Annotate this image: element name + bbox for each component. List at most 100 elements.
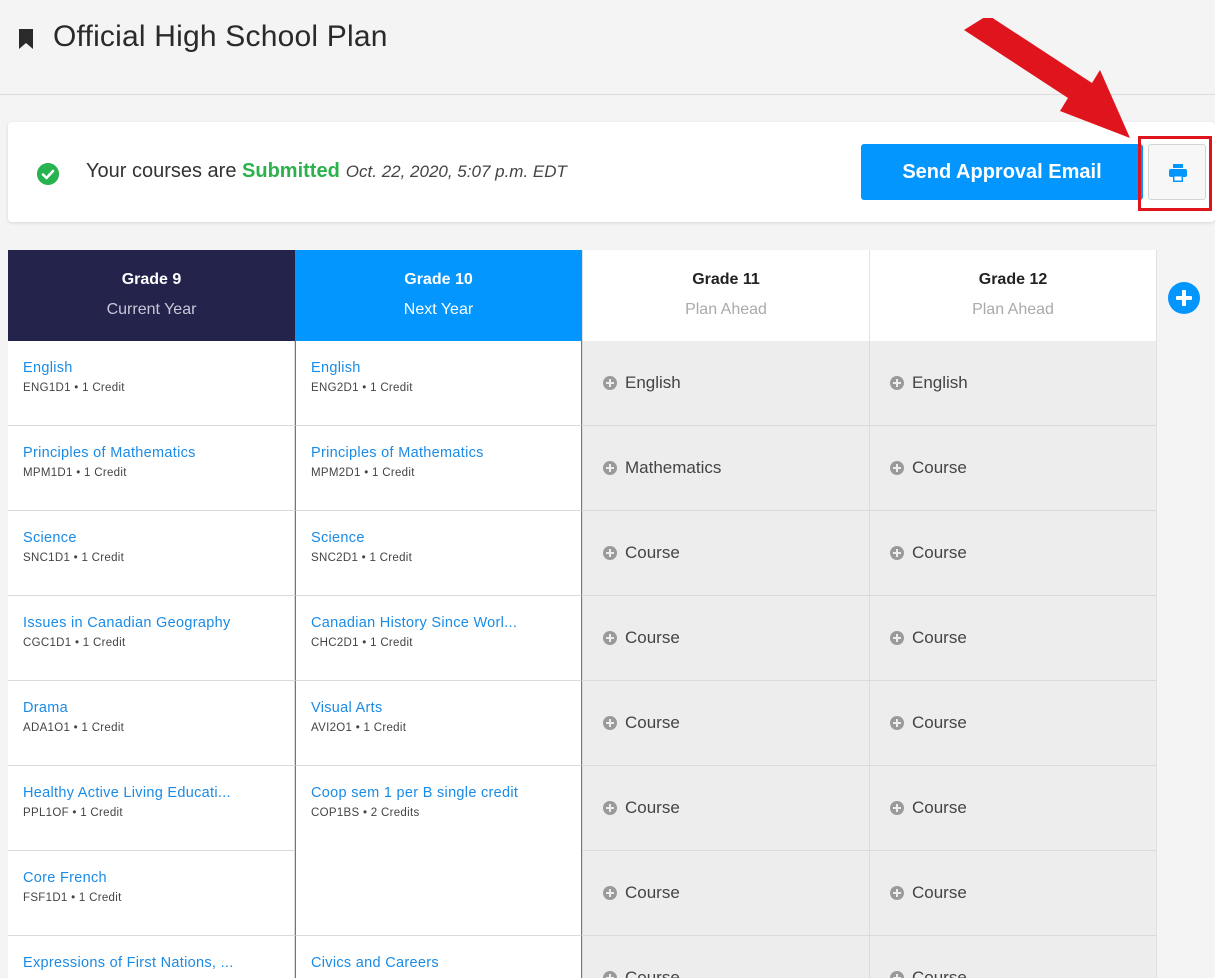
add-circle-icon [890, 716, 904, 730]
add-course-slot[interactable]: Course [869, 426, 1156, 511]
course-code: MPM2D1 • 1 Credit [311, 467, 415, 479]
course-name[interactable]: Issues in Canadian Geography [23, 615, 285, 631]
slot-label: Course [912, 713, 967, 732]
course-name[interactable]: English [311, 360, 573, 376]
course-cell[interactable]: Principles of Mathematics MPM1D1 • 1 Cred… [8, 426, 295, 511]
course-cell[interactable]: English ENG1D1 • 1 Credit [8, 341, 295, 426]
add-circle-icon [603, 971, 617, 978]
slot-label: Course [912, 628, 967, 647]
page: Official High School Plan Your courses a… [0, 0, 1215, 978]
course-code: MPM1D1 • 1 Credit [23, 467, 127, 479]
grade-11-column: Grade 11 Plan Ahead English Mathematics … [582, 250, 869, 978]
course-cell[interactable]: Core French FSF1D1 • 1 Credit [8, 851, 295, 936]
add-course-slot[interactable]: Course [869, 511, 1156, 596]
grade-10-title: Grade 10 [404, 271, 473, 288]
course-name[interactable]: English [23, 360, 285, 376]
slot-label: Course [625, 628, 680, 647]
add-course-slot[interactable]: Course [869, 681, 1156, 766]
add-year-plus-icon[interactable] [1168, 282, 1200, 314]
course-code: CGC1D1 • 1 Credit [23, 637, 126, 649]
add-circle-icon [890, 631, 904, 645]
grade-12-subtitle: Plan Ahead [972, 301, 1054, 318]
annotation-highlight-box [1138, 136, 1212, 211]
slot-label: Course [625, 798, 680, 817]
grid-right-divider [1156, 250, 1157, 978]
add-circle-icon [603, 886, 617, 900]
course-name[interactable]: Principles of Mathematics [311, 445, 573, 461]
course-name[interactable]: Core French [23, 870, 285, 886]
grade-12-column: Grade 12 Plan Ahead English Course Cours… [869, 250, 1156, 978]
add-course-slot[interactable]: Course [582, 681, 869, 766]
add-course-slot[interactable]: Course [869, 851, 1156, 936]
add-course-slot[interactable]: English [582, 341, 869, 426]
course-cell[interactable]: Principles of Mathematics MPM2D1 • 1 Cred… [295, 426, 582, 511]
course-name[interactable]: Canadian History Since Worl... [311, 615, 573, 631]
course-code: SNC2D1 • 1 Credit [311, 552, 413, 564]
slot-label: Mathematics [625, 458, 722, 477]
slot-label: Course [625, 968, 680, 978]
add-circle-icon [603, 801, 617, 815]
course-cell[interactable]: Visual Arts AVI2O1 • 1 Credit [295, 681, 582, 766]
course-cell[interactable]: Drama ADA1O1 • 1 Credit [8, 681, 295, 766]
add-course-slot[interactable]: English [869, 341, 1156, 426]
grade-11-title: Grade 11 [692, 271, 760, 288]
add-circle-icon [603, 716, 617, 730]
course-code: ENG2D1 • 1 Credit [311, 382, 413, 394]
add-course-slot[interactable]: Course [869, 936, 1156, 978]
grade-12-title: Grade 12 [978, 271, 1048, 288]
slot-label: Course [912, 883, 967, 902]
add-course-slot[interactable]: Course [869, 596, 1156, 681]
course-name[interactable]: Coop sem 1 per B single credit [311, 785, 573, 801]
add-circle-icon [603, 461, 617, 475]
add-circle-icon [890, 461, 904, 475]
course-name[interactable]: Healthy Active Living Educati... [23, 785, 285, 801]
course-name[interactable]: Drama [23, 700, 285, 716]
send-approval-email-button[interactable]: Send Approval Email [861, 144, 1143, 200]
annotation-arrow-icon [964, 18, 1130, 138]
grade-9-column: Grade 9 Current Year English ENG1D1 • 1 C… [8, 250, 295, 978]
add-course-slot[interactable]: Course [582, 511, 869, 596]
slot-label: Course [625, 543, 680, 562]
course-name[interactable]: Science [311, 530, 573, 546]
grade-10-subtitle: Next Year [403, 301, 474, 318]
course-cell[interactable]: Healthy Active Living Educati... PPL1OF •… [8, 766, 295, 851]
add-circle-icon [890, 801, 904, 815]
slot-label: Course [912, 543, 967, 562]
add-course-slot[interactable]: Course [582, 851, 869, 936]
course-cell[interactable]: Issues in Canadian Geography CGC1D1 • 1 C… [8, 596, 295, 681]
add-circle-icon [890, 376, 904, 390]
grade-12-header: Grade 12 Plan Ahead [869, 250, 1156, 341]
add-course-slot[interactable]: Course [869, 766, 1156, 851]
add-course-slot[interactable]: Course [582, 766, 869, 851]
course-code: PPL1OF • 1 Credit [23, 807, 123, 819]
course-code: ADA1O1 • 1 Credit [23, 722, 125, 734]
course-name[interactable]: Visual Arts [311, 700, 573, 716]
course-plan-grid: Grade 9 Current Year English ENG1D1 • 1 C… [8, 250, 1156, 978]
slot-label: English [625, 373, 681, 392]
add-circle-icon [603, 546, 617, 560]
course-name[interactable]: Principles of Mathematics [23, 445, 285, 461]
course-cell[interactable]: Civics and Careers [295, 936, 582, 978]
course-cell[interactable]: Coop sem 1 per B single credit COP1BS • 2… [295, 766, 582, 936]
course-code: AVI2O1 • 1 Credit [311, 722, 407, 734]
add-course-slot[interactable]: Course [582, 936, 869, 978]
course-cell[interactable]: English ENG2D1 • 1 Credit [295, 341, 582, 426]
slot-label: Course [912, 798, 967, 817]
add-course-slot[interactable]: Course [582, 596, 869, 681]
grade-9-header: Grade 9 Current Year [8, 250, 295, 341]
course-name[interactable]: Science [23, 530, 285, 546]
add-circle-icon [890, 971, 904, 978]
slot-label: Course [625, 713, 680, 732]
grade-9-title: Grade 9 [121, 271, 182, 288]
grade-10-header: Grade 10 Next Year [295, 250, 582, 341]
bookmark-icon [19, 29, 33, 49]
course-name[interactable]: Civics and Careers [311, 955, 573, 971]
course-cell[interactable]: Expressions of First Nations, ... [8, 936, 295, 978]
status-prefix: Your courses are [86, 160, 243, 182]
course-cell[interactable]: Canadian History Since Worl... CHC2D1 • 1… [295, 596, 582, 681]
course-cell[interactable]: Science SNC2D1 • 1 Credit [295, 511, 582, 596]
grade-9-subtitle: Current Year [106, 301, 197, 318]
add-course-slot[interactable]: Mathematics [582, 426, 869, 511]
course-cell[interactable]: Science SNC1D1 • 1 Credit [8, 511, 295, 596]
course-name[interactable]: Expressions of First Nations, ... [23, 955, 285, 971]
